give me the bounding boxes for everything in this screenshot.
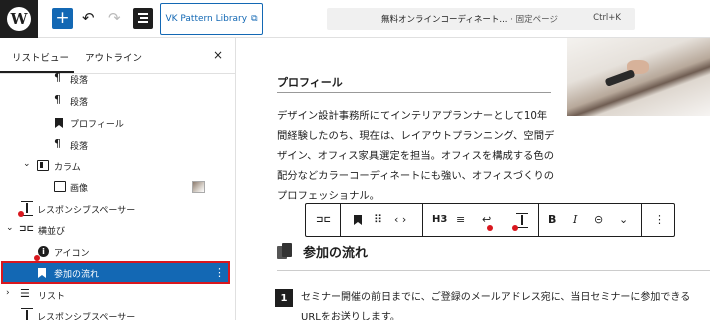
list-item-label: 参加の流れ xyxy=(54,270,100,280)
list-item-label: リスト xyxy=(38,292,66,302)
more-options-icon[interactable]: ⋮ xyxy=(654,213,665,227)
image-thumbnail xyxy=(192,181,205,193)
chevron-right-icon[interactable]: › xyxy=(6,288,10,298)
editor-canvas: プロフィール デザイン設計事務所にてインテリアプランナーとして10年間経験したの… xyxy=(237,38,710,320)
italic-button[interactable]: I xyxy=(573,213,577,227)
list-item[interactable]: ¶ 段落 xyxy=(0,90,235,111)
list-item-label: 横並び xyxy=(38,227,66,237)
list-item[interactable]: レスポンシブスペーサー xyxy=(0,305,235,320)
list-item[interactable]: ⌄ ⊐⊏ 横並び xyxy=(0,219,235,240)
heading-bookmark-icon xyxy=(55,118,63,128)
move-arrows-icon[interactable]: ‹ › xyxy=(394,213,406,227)
list-item[interactable]: ⌄ カラム xyxy=(0,155,235,176)
wordpress-icon: W xyxy=(7,7,31,31)
step-text[interactable]: セミナー開催の前日までに、ご登録のメールアドレス宛に、当日セミナーに参加できるU… xyxy=(301,288,709,320)
list-icon: ☰ xyxy=(20,287,30,300)
vk-pattern-library-label: VK Pattern Library xyxy=(165,14,248,24)
list-item[interactable]: ¶ 段落 xyxy=(0,68,235,89)
spacer-icon[interactable] xyxy=(516,213,528,228)
list-item-label: レスポンシブスペーサー xyxy=(37,206,136,216)
clipboard-icon xyxy=(277,243,292,260)
section-divider xyxy=(277,270,710,271)
info-icon: i xyxy=(38,246,49,257)
undo-button[interactable]: ↶ xyxy=(82,9,98,27)
block-toolbar: ⊐⊏ ⠿ ‹ › H3 ≡ ↩ B I ⊝ ⌄ ⋮ xyxy=(305,203,675,237)
heading-bookmark-icon xyxy=(38,268,46,278)
heading-underline xyxy=(277,92,551,93)
document-title: 無料オンラインコーディネート... · 固定ページ xyxy=(381,15,558,25)
list-item-selected[interactable]: 参加の流れ ⋮ xyxy=(1,261,230,284)
bold-button[interactable]: B xyxy=(548,213,556,227)
paragraph-icon: ¶ xyxy=(54,71,61,84)
row-layout-icon: ⊐⊏ xyxy=(19,224,35,234)
list-item-label: 画像 xyxy=(70,184,89,194)
list-view-panel: リストビュー アウトライン × ¶ 段落 ¶ 段落 プロフィール ¶ 段落 ⌄ … xyxy=(0,38,236,320)
step-number-badge: 1 xyxy=(275,289,293,307)
paragraph-icon: ¶ xyxy=(54,93,61,106)
options-icon[interactable]: ⋮ xyxy=(214,266,225,279)
badge-icon xyxy=(18,211,24,217)
paragraph-icon: ¶ xyxy=(54,137,61,150)
list-item-label: プロフィール xyxy=(70,120,124,130)
close-icon[interactable]: × xyxy=(213,48,223,62)
link-icon[interactable]: ⊝ xyxy=(594,213,603,227)
redo-button[interactable]: ↷ xyxy=(108,9,124,27)
drag-handle-icon[interactable]: ⠿ xyxy=(374,213,382,227)
list-item-label: 段落 xyxy=(70,98,89,108)
list-item-label: 段落 xyxy=(70,76,89,86)
command-palette-bar[interactable]: 無料オンラインコーディネート... · 固定ページ Ctrl+K xyxy=(327,8,635,30)
list-item[interactable]: ¶ 段落 xyxy=(0,134,235,155)
editor-top-toolbar: W + ↶ ↷ VK Pattern Library ⧉ 無料オンラインコーディ… xyxy=(0,0,710,38)
document-overview-button[interactable] xyxy=(133,8,153,29)
tab-outline[interactable]: アウトライン xyxy=(85,50,142,64)
block-inserter-button[interactable]: + xyxy=(52,8,73,29)
profile-photo[interactable] xyxy=(567,38,710,116)
list-item[interactable]: 画像 xyxy=(0,176,235,197)
parent-block-button[interactable]: ⊐⊏ xyxy=(316,213,331,227)
external-link-icon: ⧉ xyxy=(251,14,258,24)
chevron-down-icon[interactable]: ⌄ xyxy=(6,223,14,233)
chevron-down-icon[interactable]: ⌄ xyxy=(619,213,628,227)
vk-pattern-library-button[interactable]: VK Pattern Library ⧉ xyxy=(160,3,263,35)
redo-icon: ↷ xyxy=(108,9,121,27)
heading-bookmark-icon[interactable] xyxy=(354,215,362,225)
list-item-label: レスポンシブスペーサー xyxy=(37,313,136,320)
profile-heading[interactable]: プロフィール xyxy=(277,74,343,90)
list-item[interactable]: i アイコン xyxy=(0,241,235,262)
image-icon xyxy=(54,181,66,192)
wordpress-logo-button[interactable]: W xyxy=(0,0,38,38)
chevron-down-icon[interactable]: ⌄ xyxy=(23,159,31,169)
heading-level-button[interactable]: H3 xyxy=(432,213,447,227)
tab-list-view[interactable]: リストビュー xyxy=(12,50,69,64)
plus-icon: + xyxy=(55,8,70,28)
list-item-label: 段落 xyxy=(70,142,89,152)
badge-icon xyxy=(34,255,40,261)
badge-icon xyxy=(487,225,493,231)
list-item-label: アイコン xyxy=(54,249,90,259)
badge-icon xyxy=(512,225,518,231)
section-heading[interactable]: 参加の流れ xyxy=(303,242,368,261)
undo-icon: ↶ xyxy=(82,9,95,27)
list-item[interactable]: › ☰ リスト xyxy=(0,284,235,305)
command-shortcut: Ctrl+K xyxy=(593,13,621,23)
spacer-icon xyxy=(21,308,33,320)
profile-paragraph[interactable]: デザイン設計事務所にてインテリアプランナーとして10年間経験したのち、現在は、レ… xyxy=(277,106,557,206)
list-item[interactable]: プロフィール xyxy=(0,112,235,133)
align-text-icon[interactable]: ≡ xyxy=(456,213,465,227)
list-item-label: カラム xyxy=(54,163,81,173)
columns-icon xyxy=(37,160,49,171)
list-item[interactable]: レスポンシブスペーサー xyxy=(0,198,235,219)
